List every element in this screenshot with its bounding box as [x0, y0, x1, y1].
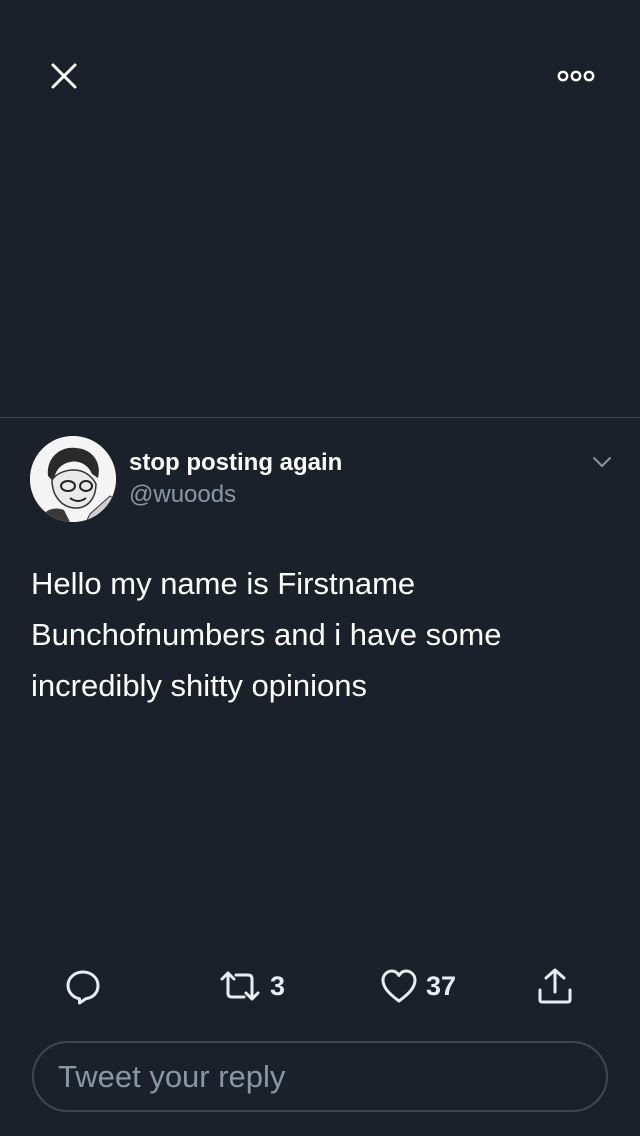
retweet-count: 3: [270, 970, 286, 1001]
tweet-menu-button[interactable]: [588, 450, 616, 474]
author-display-name[interactable]: stop posting again: [129, 449, 342, 477]
avatar[interactable]: [30, 436, 116, 522]
close-icon: [51, 63, 77, 89]
reply-icon: [66, 970, 100, 1005]
chevron-down-icon: [593, 457, 611, 467]
reply-button[interactable]: [64, 964, 102, 1008]
divider: [0, 417, 640, 418]
retweet-icon: [220, 971, 260, 1001]
reply-input[interactable]: Tweet your reply: [32, 1041, 608, 1112]
tweet-text: Hello my name is Firstname Bunchofnumber…: [31, 566, 502, 703]
tweet-detail-screen: stop posting again @wuoods Hello my name…: [0, 0, 640, 1136]
share-icon: [538, 968, 572, 1004]
author-handle[interactable]: @wuoods: [129, 481, 236, 509]
close-button[interactable]: [44, 56, 84, 96]
like-count: 37: [426, 970, 457, 1001]
more-icon: [557, 70, 595, 82]
heart-icon: [381, 969, 417, 1003]
like-button[interactable]: 37: [380, 964, 456, 1008]
share-button[interactable]: [535, 964, 575, 1008]
avatar-image: [30, 436, 116, 522]
more-options-button[interactable]: [552, 60, 600, 92]
reply-input-placeholder: Tweet your reply: [58, 1058, 286, 1094]
retweet-button[interactable]: 3: [218, 964, 285, 1008]
